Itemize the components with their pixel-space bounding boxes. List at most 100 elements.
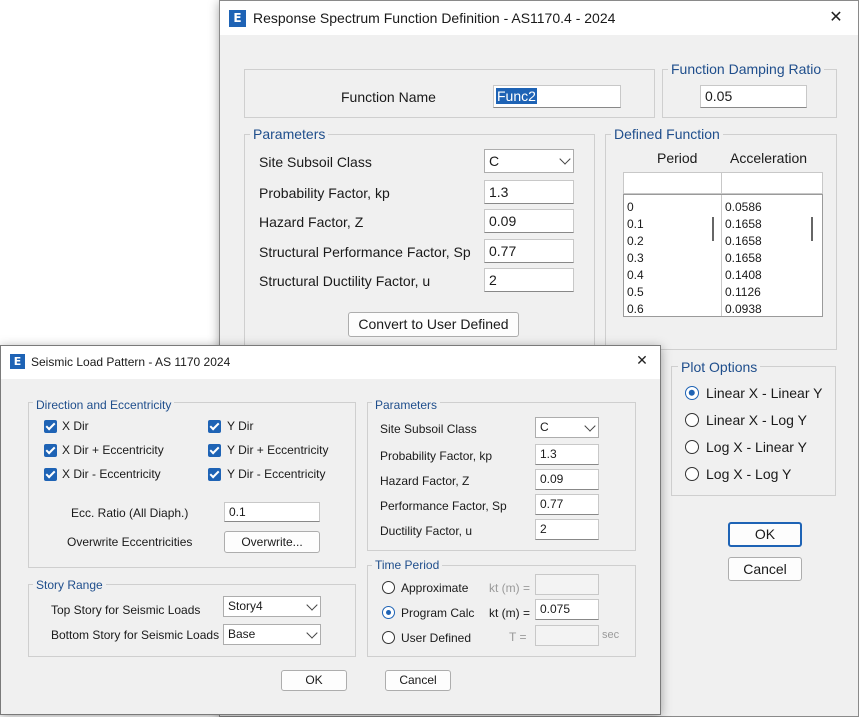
function-name-label: Function Name <box>341 89 436 105</box>
plot-option-label-log-linear: Log X - Linear Y <box>706 439 807 455</box>
damping-ratio-group-label: Function Damping Ratio <box>668 61 825 77</box>
rs-site-class-label: Site Subsoil Class <box>259 154 372 170</box>
chevron-down-icon <box>306 626 318 639</box>
plot-option-radio-log-log[interactable] <box>685 467 699 481</box>
plot-option-radio-log-linear[interactable] <box>685 440 699 454</box>
response-spectrum-close-icon[interactable]: ✕ <box>825 7 847 26</box>
response-spectrum-titlebar: E Response Spectrum Function Definition … <box>220 1 858 35</box>
list-item: 0.3 <box>627 251 644 265</box>
rs-z-input[interactable]: 0.09 <box>484 209 574 233</box>
seismic-title: Seismic Load Pattern - AS 1170 2024 <box>31 355 231 369</box>
list-item: 0.0938 <box>725 302 762 316</box>
chevron-down-icon <box>306 598 318 611</box>
rs-site-class-select[interactable]: C <box>484 149 574 173</box>
rs-kp-input[interactable]: 1.3 <box>484 180 574 204</box>
x-dir-label: X Dir <box>62 419 89 433</box>
rs-sp-input[interactable]: 0.77 <box>484 239 574 263</box>
period-scrollbar[interactable] <box>712 217 714 241</box>
seismic-z-input[interactable]: 0.09 <box>535 469 599 490</box>
seismic-load-window: E Seismic Load Pattern - AS 1170 2024 ✕ … <box>0 345 661 715</box>
overwrite-eccentricities-label: Overwrite Eccentricities <box>67 535 193 549</box>
program-calc-label: Program Calc <box>401 606 475 620</box>
period-column-header: Period <box>657 150 698 166</box>
list-item: 0.1 <box>627 217 644 231</box>
time-period-group-label: Time Period <box>372 558 443 572</box>
app-logo-icon: E <box>10 354 25 369</box>
rs-parameters-group-label: Parameters <box>250 126 329 142</box>
seismic-u-input[interactable]: 2 <box>535 519 599 540</box>
list-header-divider <box>721 173 722 193</box>
story-range-group <box>28 584 356 657</box>
response-spectrum-title: Response Spectrum Function Definition - … <box>253 10 616 26</box>
y-dir-plus-ecc-checkbox[interactable] <box>208 444 221 457</box>
convert-to-user-defined-button[interactable]: Convert to User Defined <box>348 312 519 337</box>
rs-site-class-value: C <box>489 153 500 169</box>
program-calc-radio[interactable] <box>382 606 395 619</box>
seismic-ok-button[interactable]: OK <box>281 670 347 691</box>
response-spectrum-ok-button[interactable]: OK <box>728 522 802 547</box>
plot-option-label-linear-linear: Linear X - Linear Y <box>706 385 823 401</box>
plot-options-group-label: Plot Options <box>678 359 761 375</box>
approximate-kt-label: kt (m) = <box>489 581 530 595</box>
y-dir-label: Y Dir <box>227 419 254 433</box>
y-dir-minus-ecc-checkbox[interactable] <box>208 468 221 481</box>
list-item: 0.1658 <box>725 251 762 265</box>
response-spectrum-cancel-button[interactable]: Cancel <box>728 557 802 581</box>
bottom-story-select[interactable]: Base <box>223 624 321 645</box>
x-dir-plus-ecc-checkbox[interactable] <box>44 444 57 457</box>
list-item: 0.5 <box>627 285 644 299</box>
top-story-value: Story4 <box>228 599 263 613</box>
seismic-z-label: Hazard Factor, Z <box>380 474 470 488</box>
overwrite-button[interactable]: Overwrite... <box>224 531 320 553</box>
acceleration-scrollbar[interactable] <box>811 217 813 241</box>
x-dir-plus-ecc-label: X Dir + Eccentricity <box>62 443 164 457</box>
list-item: 0.4 <box>627 268 644 282</box>
direction-eccentricity-group-label: Direction and Eccentricity <box>33 398 175 412</box>
program-calc-kt-input[interactable]: 0.075 <box>535 599 599 620</box>
user-defined-label: User Defined <box>401 631 472 645</box>
seismic-u-label: Ductility Factor, u <box>380 524 473 538</box>
x-dir-checkbox[interactable] <box>44 420 57 433</box>
y-dir-minus-ecc-label: Y Dir - Eccentricity <box>227 467 326 481</box>
defined-function-group-label: Defined Function <box>611 126 723 142</box>
seismic-site-class-select[interactable]: C <box>535 417 599 438</box>
seismic-sp-input[interactable]: 0.77 <box>535 494 599 515</box>
user-defined-t-label: T = <box>509 630 527 644</box>
y-dir-checkbox[interactable] <box>208 420 221 433</box>
list-item: 0.6 <box>627 302 644 316</box>
approximate-radio[interactable] <box>382 581 395 594</box>
seismic-kp-label: Probability Factor, kp <box>380 449 493 463</box>
user-defined-radio[interactable] <box>382 631 395 644</box>
top-story-select[interactable]: Story4 <box>223 596 321 617</box>
top-story-label: Top Story for Seismic Loads <box>51 603 201 617</box>
seismic-parameters-group-label: Parameters <box>372 398 441 412</box>
function-name-input[interactable]: Func2 <box>493 85 621 108</box>
acceleration-column: 0.0586 0.1658 0.1658 0.1658 0.1408 0.112… <box>722 195 822 316</box>
app-logo-icon: E <box>229 10 246 27</box>
ecc-ratio-label: Ecc. Ratio (All Diaph.) <box>71 506 189 520</box>
seismic-kp-input[interactable]: 1.3 <box>535 444 599 465</box>
seismic-close-icon[interactable]: ✕ <box>632 353 652 369</box>
x-dir-minus-ecc-label: X Dir - Eccentricity <box>62 467 161 481</box>
plot-option-radio-linear-log[interactable] <box>685 413 699 427</box>
defined-function-list[interactable]: 0 0.1 0.2 0.3 0.4 0.5 0.6 0.0586 0.1658 … <box>623 194 823 317</box>
list-item: 0.2 <box>627 234 644 248</box>
rs-z-label: Hazard Factor, Z <box>259 214 364 230</box>
ecc-ratio-input[interactable]: 0.1 <box>224 502 320 522</box>
plot-option-label-log-log: Log X - Log Y <box>706 466 792 482</box>
list-item: 0.1408 <box>725 268 762 282</box>
rs-u-input[interactable]: 2 <box>484 268 574 292</box>
plot-option-label-linear-log: Linear X - Log Y <box>706 412 807 428</box>
x-dir-minus-ecc-checkbox[interactable] <box>44 468 57 481</box>
user-defined-t-input[interactable] <box>535 625 599 646</box>
approximate-kt-input[interactable] <box>535 574 599 595</box>
function-name-value: Func2 <box>496 88 537 104</box>
approximate-label: Approximate <box>401 581 469 595</box>
plot-option-radio-linear-linear[interactable] <box>685 386 699 400</box>
seismic-cancel-button[interactable]: Cancel <box>385 670 451 691</box>
story-range-group-label: Story Range <box>33 578 106 592</box>
rs-kp-label: Probability Factor, kp <box>259 185 390 201</box>
chevron-down-icon <box>584 419 596 432</box>
damping-ratio-input[interactable]: 0.05 <box>700 85 807 108</box>
defined-function-list-header <box>623 172 823 194</box>
